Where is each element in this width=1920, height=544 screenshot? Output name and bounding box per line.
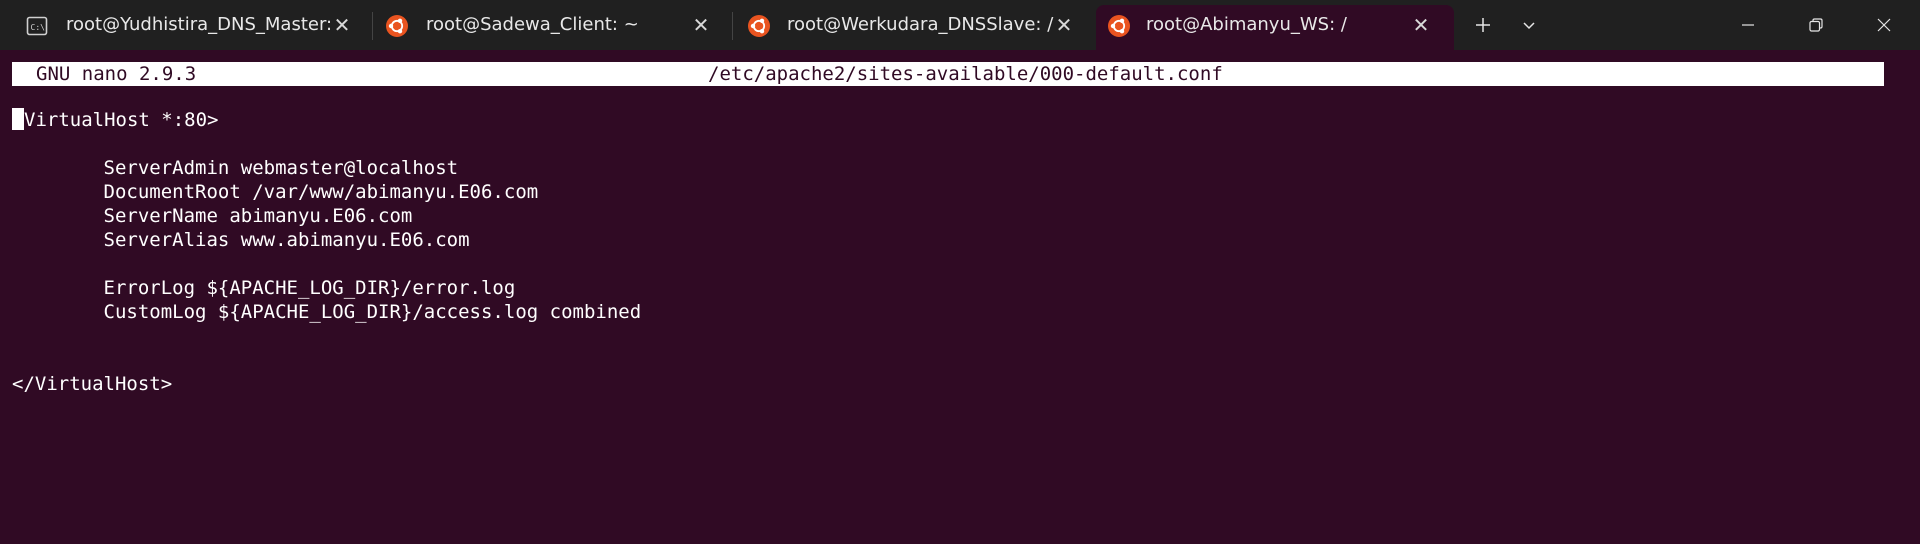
restore-icon	[1809, 18, 1823, 32]
cmd-icon: C:\	[26, 16, 48, 36]
minimize-button[interactable]	[1718, 0, 1778, 50]
tab-yudhistira[interactable]: C:\ root@Yudhistira_DNS_Master: ✕	[0, 0, 372, 50]
code-line: ErrorLog ${APACHE_LOG_DIR}/error.log	[12, 277, 516, 299]
tab-title: root@Yudhistira_DNS_Master:	[66, 14, 333, 35]
nano-version: GNU nano 2.9.3	[36, 63, 197, 85]
code-line: ServerAdmin webmaster@localhost	[12, 157, 459, 179]
restore-button[interactable]	[1786, 0, 1846, 50]
code-line: </VirtualHost>	[12, 373, 173, 395]
svg-text:C:\: C:\	[31, 23, 46, 32]
nano-filename: /etc/apache2/sites-available/000-default…	[708, 63, 1223, 85]
code-line: ServerName abimanyu.E06.com	[12, 205, 413, 227]
file-content[interactable]: VirtualHost *:80> ServerAdmin webmaster@…	[12, 108, 641, 396]
terminal-pane[interactable]: GNU nano 2.9.3 /etc/apache2/sites-availa…	[0, 50, 1920, 544]
code-line: VirtualHost *:80>	[12, 108, 641, 132]
ubuntu-icon	[748, 15, 770, 37]
plus-icon	[1476, 18, 1490, 32]
tab-abimanyu[interactable]: root@Abimanyu_WS: / ✕	[1096, 5, 1454, 50]
close-tab-icon[interactable]: ✕	[1409, 13, 1433, 37]
nano-title-bar: GNU nano 2.9.3 /etc/apache2/sites-availa…	[12, 62, 1884, 86]
tab-title: root@Abimanyu_WS: /	[1146, 14, 1347, 35]
ubuntu-icon	[386, 15, 408, 37]
tab-bar: C:\ root@Yudhistira_DNS_Master: ✕ root@S…	[0, 0, 1920, 50]
tab-title: root@Sadewa_Client: ~	[426, 14, 639, 35]
code-line: CustomLog ${APACHE_LOG_DIR}/access.log c…	[12, 301, 642, 323]
text-cursor	[12, 108, 24, 130]
tab-dropdown-button[interactable]	[1503, 0, 1555, 50]
close-icon	[1877, 18, 1891, 32]
tab-werkudara[interactable]: root@Werkudara_DNSSlave: / ✕	[732, 0, 1094, 50]
minimize-icon	[1742, 24, 1754, 26]
close-window-button[interactable]	[1854, 0, 1914, 50]
close-tab-icon[interactable]: ✕	[689, 13, 713, 37]
tab-title: root@Werkudara_DNSSlave: /	[787, 14, 1054, 35]
tab-sadewa[interactable]: root@Sadewa_Client: ~ ✕	[372, 0, 732, 50]
code-line: ServerAlias www.abimanyu.E06.com	[12, 229, 470, 251]
close-tab-icon[interactable]: ✕	[330, 13, 354, 37]
close-tab-icon[interactable]: ✕	[1052, 13, 1076, 37]
ubuntu-icon	[1108, 15, 1130, 37]
chevron-down-icon	[1523, 22, 1535, 30]
code-line: DocumentRoot /var/www/abimanyu.E06.com	[12, 181, 539, 203]
